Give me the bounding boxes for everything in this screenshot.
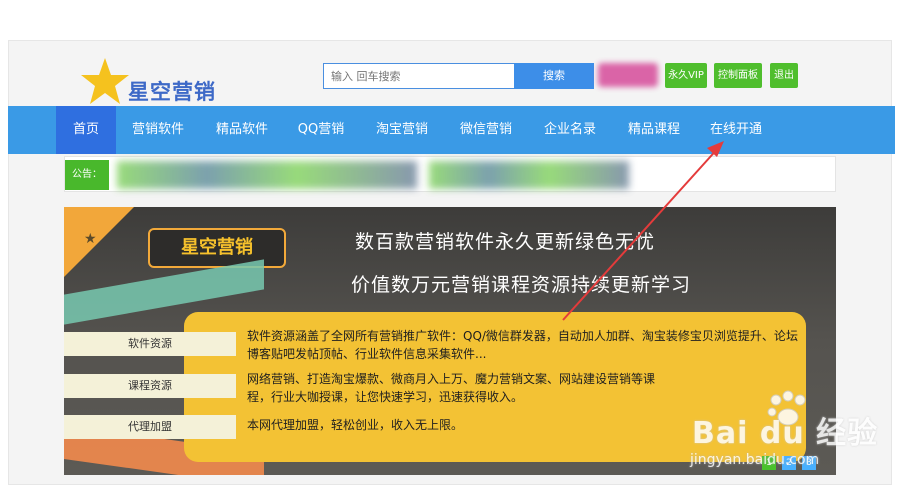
tab-software-resources[interactable]: 软件资源 [64,332,236,356]
banner-subheadline: 价值数万元营销课程资源持续更新学习 [351,274,692,296]
search-button[interactable]: 搜索 [514,63,594,89]
notice-bar: 公告： [64,156,836,192]
nav-item-taobao-marketing[interactable]: 淘宝营销 [366,106,438,154]
banner-headline: 数百款营销软件永久更新绿色无忧 [355,231,656,253]
software-description: 软件资源涵盖了全网所有营销推广软件：QQ/微信群发器，自动加人加群、淘宝装修宝贝… [247,329,798,361]
logo-text: 星空营销 [128,80,216,104]
baidu-watermark: Bai du 经验 jingyan.baidu.com [688,390,888,480]
star-icon: ★ [84,231,97,247]
tab-agent-join[interactable]: 代理加盟 [64,415,236,439]
search-input[interactable] [323,63,515,89]
nav-item-premium-software[interactable]: 精品软件 [204,106,280,154]
nav-item-marketing-software[interactable]: 营销软件 [120,106,196,154]
username-blurred[interactable] [598,63,658,87]
logout-button[interactable]: 退出 [770,63,798,88]
watermark-brand: Bai du 经验 [692,416,879,451]
nav-item-company-directory[interactable]: 企业名录 [534,106,606,154]
vip-button[interactable]: 永久VIP [665,63,707,88]
tab-course-resources[interactable]: 课程资源 [64,374,236,398]
nav-item-online-activation[interactable]: 在线开通 [700,106,772,154]
corner-decoration [64,207,134,277]
site-logo[interactable]: 星空营销 [80,56,230,106]
course-description: 网络营销、打造淘宝爆款、微商月入上万、魔力营销文案、网站建设营销等课程，行业大咖… [247,372,656,404]
notice-label: 公告： [65,160,109,190]
notice-text-blurred[interactable] [117,161,417,189]
main-nav: 首页 营销软件 精品软件 QQ营销 淘宝营销 微信营销 企业名录 精品课程 在线… [8,106,895,154]
nav-item-premium-courses[interactable]: 精品课程 [618,106,690,154]
nav-item-wechat-marketing[interactable]: 微信营销 [450,106,522,154]
notice-text-blurred[interactable] [429,161,629,189]
nav-item-home[interactable]: 首页 [56,106,116,154]
star-logo-icon [81,58,129,104]
control-panel-button[interactable]: 控制面板 [714,63,762,88]
brand-badge: 星空营销 [148,228,286,268]
nav-item-qq-marketing[interactable]: QQ营销 [288,106,354,154]
watermark-url: jingyan.baidu.com [690,452,820,468]
